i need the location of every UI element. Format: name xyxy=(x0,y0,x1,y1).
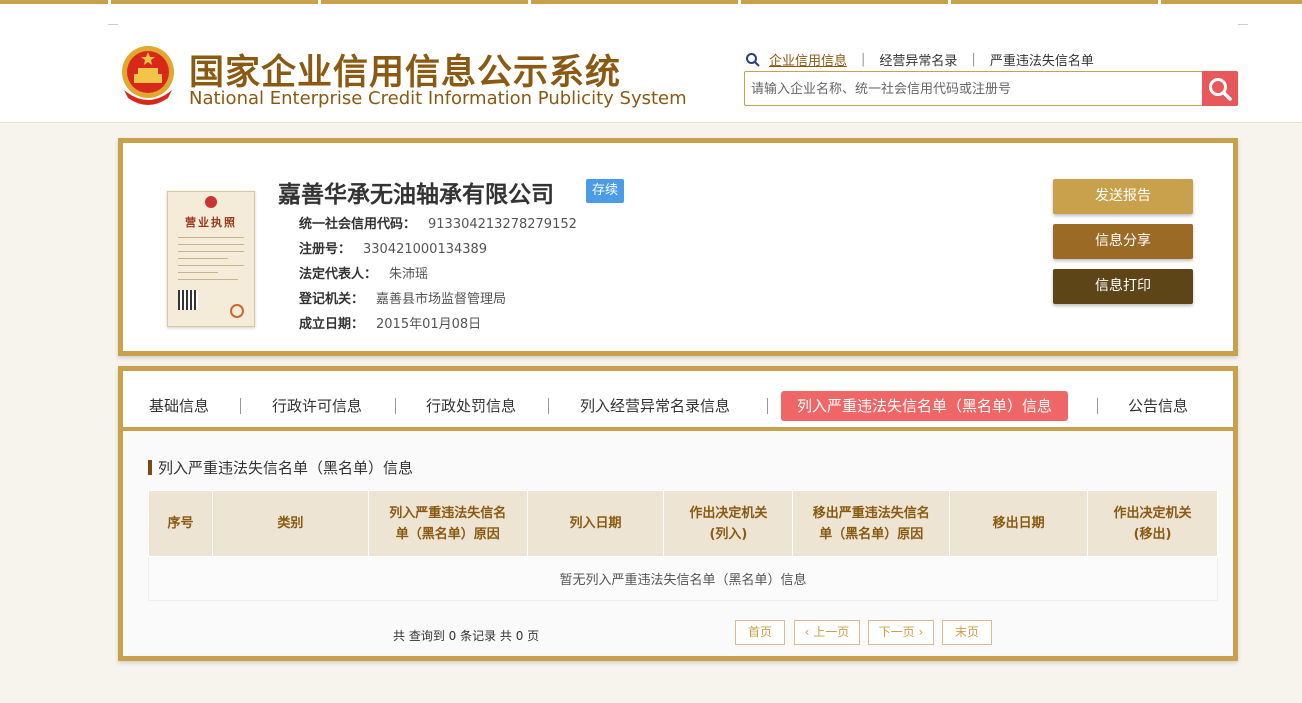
first-page-button[interactable]: 首页 xyxy=(735,620,785,645)
business-license-image[interactable]: 营业执照 xyxy=(167,191,255,327)
link-enterprise-credit[interactable]: 企业信用信息 xyxy=(769,50,847,69)
table-header-row: 序号 类别 列入严重违法失信名 单（黑名单）原因 列入日期 作出决定机关 (列入) … xyxy=(148,490,1218,557)
red-stamp-icon xyxy=(230,304,244,318)
search-button[interactable] xyxy=(1202,71,1238,106)
link-separator: | xyxy=(971,52,976,67)
section-title: 列入严重违法失信名单（黑名单）信息 xyxy=(148,457,413,478)
col-category: 类别 xyxy=(211,490,369,557)
search-icon xyxy=(746,52,760,67)
magnifier-icon xyxy=(1209,77,1232,101)
col-index: 序号 xyxy=(148,490,213,557)
tab-blacklist[interactable]: 列入严重违法失信名单（黑名单）信息 xyxy=(781,391,1069,421)
tab-basic-info[interactable]: 基础信息 xyxy=(149,391,209,421)
last-page-button[interactable]: 末页 xyxy=(942,620,992,645)
info-credit-code: 统一社会信用代码： 913304213278279152 xyxy=(299,217,577,232)
info-reg-number: 注册号： 330421000134389 xyxy=(299,242,488,257)
status-badge: 存续 xyxy=(586,179,625,203)
site-header: 国家企业信用信息公示系统 National Enterprise Credit … xyxy=(0,4,1302,123)
share-info-button[interactable]: 信息分享 xyxy=(1053,224,1193,259)
table-row: 暂无列入严重违法失信名单（黑名单）信息 xyxy=(148,556,1218,601)
tab-admin-license[interactable]: 行政许可信息 xyxy=(272,391,362,421)
license-title: 营业执照 xyxy=(185,216,237,229)
search-input[interactable] xyxy=(751,78,1191,100)
prev-page-button[interactable]: ‹ 上一页 xyxy=(794,620,860,645)
pagination-summary: 共 查询到 0 条记录 共 0 页 xyxy=(393,629,540,643)
next-page-button[interactable]: 下一页 › xyxy=(868,620,934,645)
tab-abnormal-list[interactable]: 列入经营异常名录信息 xyxy=(580,391,730,421)
tab-admin-penalty[interactable]: 行政处罚信息 xyxy=(426,391,516,421)
top-links: 企业信用信息 | 经营异常名录 | 严重违法失信名单 xyxy=(745,50,1094,69)
qr-code-icon xyxy=(178,290,198,310)
tab-announcements[interactable]: 公告信息 xyxy=(1128,391,1188,421)
empty-message: 暂无列入严重违法失信名单（黑名单）信息 xyxy=(148,556,1218,601)
info-legal-rep: 法定代表人： 朱沛瑶 xyxy=(299,267,429,282)
col-list-reason: 列入严重违法失信名 单（黑名单）原因 xyxy=(367,490,528,557)
site-title-en: National Enterprise Credit Information P… xyxy=(189,88,687,109)
col-list-authority: 作出决定机关 (列入) xyxy=(663,490,794,557)
company-info-panel: 营业执照 嘉善华承无油轴承有限公司 存续 统一社会信用代码： 9133042132… xyxy=(118,138,1238,356)
info-founded-date: 成立日期： 2015年01月08日 xyxy=(299,317,482,332)
print-info-button[interactable]: 信息打印 xyxy=(1053,269,1193,304)
company-name: 嘉善华承无油轴承有限公司 xyxy=(278,182,554,208)
col-remove-date: 移出日期 xyxy=(949,490,1089,557)
search-box xyxy=(744,71,1238,106)
col-list-date: 列入日期 xyxy=(526,490,665,557)
info-reg-authority: 登记机关： 嘉善县市场监督管理局 xyxy=(299,292,507,307)
national-emblem-icon[interactable] xyxy=(118,44,178,108)
link-abnormal-list[interactable]: 经营异常名录 xyxy=(879,50,957,69)
blacklist-table: 序号 类别 列入严重违法失信名 单（黑名单）原因 列入日期 作出决定机关 (列入) … xyxy=(148,490,1218,601)
link-separator: | xyxy=(861,52,866,67)
link-blacklist[interactable]: 严重违法失信名单 xyxy=(990,50,1094,69)
detail-panel: 基础信息 行政许可信息 行政处罚信息 列入经营异常名录信息 列入严重违法失信名单… xyxy=(118,366,1238,661)
col-remove-reason: 移出严重违法失信名 单（黑名单）原因 xyxy=(792,490,951,557)
col-remove-authority: 作出决定机关 (移出) xyxy=(1087,490,1218,557)
license-seal xyxy=(205,196,217,208)
tab-bar: 基础信息 行政许可信息 行政处罚信息 列入经营异常名录信息 列入严重违法失信名单… xyxy=(123,371,1233,431)
send-report-button[interactable]: 发送报告 xyxy=(1053,179,1193,214)
